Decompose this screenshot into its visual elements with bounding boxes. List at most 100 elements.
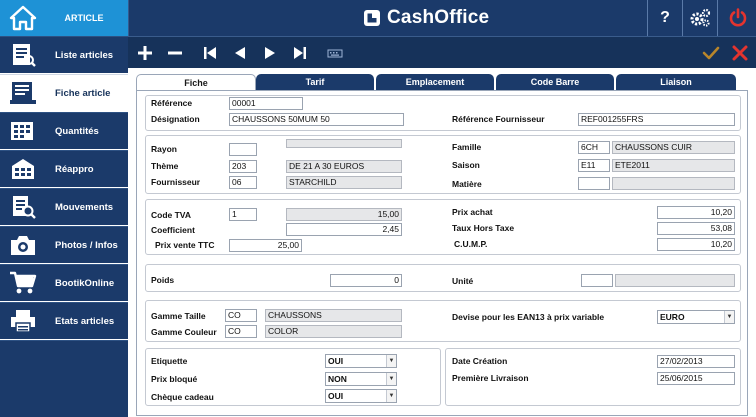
saison-name-field: ETE2011 bbox=[612, 159, 735, 172]
card-icon bbox=[10, 82, 36, 104]
previous-record-icon[interactable] bbox=[231, 44, 249, 62]
cashoffice-logo-icon bbox=[364, 10, 380, 26]
prix-vente-ttc-label: Prix vente TTC bbox=[155, 240, 215, 250]
quantities-icon bbox=[11, 122, 33, 140]
app-window: ARTICLE Liste articles Fiche article Qua… bbox=[0, 0, 756, 417]
coefficient-field[interactable]: 2,45 bbox=[286, 223, 402, 236]
coefficient-label: Coefficient bbox=[151, 225, 195, 235]
date-creation-field[interactable]: 27/02/2013 bbox=[657, 355, 735, 368]
accept-icon[interactable] bbox=[702, 44, 720, 62]
theme-label: Thème bbox=[151, 161, 179, 171]
printer-icon bbox=[11, 310, 35, 333]
fournisseur-code-field[interactable]: 06 bbox=[229, 176, 257, 189]
sidebar-item-label: Mouvements bbox=[55, 202, 114, 213]
sidebar-filler bbox=[0, 340, 128, 417]
taux-ht-label: Taux Hors Taxe bbox=[452, 223, 515, 233]
taux-ht-field[interactable]: 53,08 bbox=[657, 222, 735, 235]
date-creation-label: Date Création bbox=[452, 356, 508, 366]
premiere-livraison-label: Première Livraison bbox=[452, 373, 529, 383]
saison-code-field[interactable]: E11 bbox=[578, 159, 610, 172]
sidebar-item-label: Etats articles bbox=[55, 316, 115, 327]
gamme-taille-code-field[interactable]: CO bbox=[225, 309, 257, 322]
record-toolbar bbox=[128, 36, 756, 68]
prix-bloque-value: NON bbox=[328, 374, 347, 384]
etiquette-label: Etiquette bbox=[151, 356, 188, 366]
next-record-icon[interactable] bbox=[261, 44, 279, 62]
brand: CashOffice bbox=[363, 4, 489, 32]
sidebar-item-mouvements[interactable]: Mouvements bbox=[0, 188, 128, 225]
home-label: ARTICLE bbox=[64, 13, 104, 23]
code-tva-field[interactable]: 1 bbox=[229, 208, 257, 221]
prix-achat-field[interactable]: 10,20 bbox=[657, 206, 735, 219]
form-area: Fiche Tarif Emplacement Code Barre Liais… bbox=[128, 68, 756, 417]
help-button[interactable]: ? bbox=[647, 0, 682, 36]
sidebar-item-photos-infos[interactable]: Photos / Infos bbox=[0, 226, 128, 263]
cheque-cadeau-select[interactable]: OUI ▼ bbox=[325, 389, 397, 403]
settings-button[interactable] bbox=[682, 0, 717, 36]
sidebar-item-reappro[interactable]: Réappro bbox=[0, 150, 128, 187]
devise-select[interactable]: EURO ▼ bbox=[657, 310, 735, 324]
remove-icon[interactable] bbox=[166, 44, 184, 62]
gamme-taille-label: Gamme Taille bbox=[151, 311, 206, 321]
list-icon bbox=[13, 44, 36, 67]
reference-field[interactable]: 00001 bbox=[229, 97, 303, 110]
cancel-icon[interactable] bbox=[731, 44, 749, 62]
prix-vente-ttc-field[interactable]: 25,00 bbox=[229, 239, 302, 252]
gamme-couleur-label: Gamme Couleur bbox=[151, 327, 217, 337]
sidebar-item-label: Réappro bbox=[55, 164, 94, 175]
power-button[interactable] bbox=[717, 0, 756, 36]
gamme-couleur-name-field: COLOR bbox=[265, 325, 402, 338]
devise-label: Devise pour les EAN13 à prix variable bbox=[452, 312, 605, 322]
theme-name-field: DE 21 A 30 EUROS bbox=[286, 160, 402, 173]
sidebar-item-label: Liste articles bbox=[55, 50, 114, 61]
power-icon bbox=[729, 8, 746, 27]
chevron-down-icon: ▼ bbox=[386, 373, 396, 385]
poids-field[interactable]: 0 bbox=[330, 274, 402, 287]
sidebar-item-label: Photos / Infos bbox=[55, 240, 118, 251]
app-title: CashOffice bbox=[387, 7, 490, 28]
fiche-panel: Référence 00001 Désignation CHAUSSONS 50… bbox=[136, 90, 748, 416]
poids-label: Poids bbox=[151, 275, 175, 285]
sidebar-item-quantites[interactable]: Quantités bbox=[0, 112, 128, 149]
sidebar-item-label: Fiche article bbox=[55, 88, 111, 99]
unite-label: Unité bbox=[452, 276, 474, 286]
saison-label: Saison bbox=[452, 160, 480, 170]
prix-bloque-select[interactable]: NON ▼ bbox=[325, 372, 397, 386]
last-record-icon[interactable] bbox=[291, 44, 309, 62]
famille-name-field: CHAUSSONS CUIR bbox=[612, 141, 735, 154]
gamme-couleur-code-field[interactable]: CO bbox=[225, 325, 257, 338]
ref-fournisseur-label: Référence Fournisseur bbox=[452, 114, 545, 124]
unite-code-field[interactable] bbox=[581, 274, 613, 287]
famille-label: Famille bbox=[452, 142, 482, 152]
etiquette-select[interactable]: OUI ▼ bbox=[325, 354, 397, 368]
ref-fournisseur-field[interactable]: REF001255FRS bbox=[578, 113, 735, 126]
tab-tarif[interactable]: Tarif bbox=[256, 74, 374, 90]
keyboard-icon[interactable] bbox=[326, 44, 344, 62]
designation-field[interactable]: CHAUSSONS 50MUM 50 bbox=[229, 113, 404, 126]
cump-field[interactable]: 10,20 bbox=[657, 238, 735, 251]
tab-emplacement[interactable]: Emplacement bbox=[376, 74, 494, 90]
tab-fiche[interactable]: Fiche bbox=[136, 74, 256, 90]
movements-icon bbox=[13, 196, 36, 219]
sidebar-item-fiche-article[interactable]: Fiche article bbox=[0, 74, 128, 111]
gears-icon bbox=[690, 8, 711, 27]
etiquette-value: OUI bbox=[328, 356, 344, 366]
premiere-livraison-field[interactable]: 25/06/2015 bbox=[657, 372, 735, 385]
sidebar-item-etats-articles[interactable]: Etats articles bbox=[0, 302, 128, 339]
sidebar-item-liste-articles[interactable]: Liste articles bbox=[0, 36, 128, 73]
reference-label: Référence bbox=[151, 98, 193, 108]
tab-liaison[interactable]: Liaison bbox=[616, 74, 736, 90]
famille-code-field[interactable]: 6CH bbox=[578, 141, 610, 154]
tab-code-barre[interactable]: Code Barre bbox=[496, 74, 614, 90]
sidebar-item-label: Quantités bbox=[55, 126, 99, 137]
home-button[interactable]: ARTICLE bbox=[0, 0, 128, 36]
home-icon bbox=[9, 5, 37, 31]
add-icon[interactable] bbox=[136, 44, 154, 62]
theme-code-field[interactable]: 203 bbox=[229, 160, 257, 173]
sidebar-item-bootikonline[interactable]: BootikOnline bbox=[0, 264, 128, 301]
rayon-code-field[interactable] bbox=[229, 143, 257, 156]
matiere-name-field bbox=[612, 177, 735, 190]
first-record-icon[interactable] bbox=[201, 44, 219, 62]
matiere-code-field[interactable] bbox=[578, 177, 610, 190]
prix-achat-label: Prix achat bbox=[452, 207, 493, 217]
